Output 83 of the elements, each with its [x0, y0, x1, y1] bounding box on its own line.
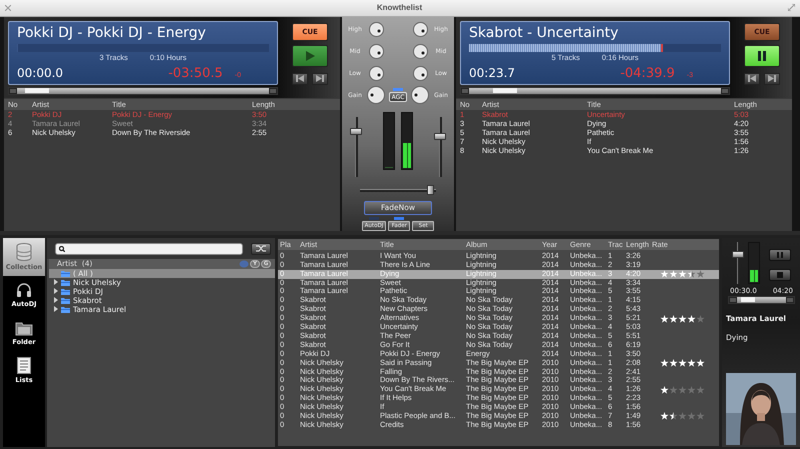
previous-button[interactable] — [292, 72, 308, 85]
scrollbar[interactable] — [460, 86, 730, 95]
slider-handle[interactable] — [732, 250, 744, 258]
star-icon — [660, 314, 669, 323]
knob[interactable] — [412, 44, 428, 60]
knob[interactable] — [368, 44, 384, 60]
stop-button[interactable] — [769, 268, 791, 281]
skip-back-icon — [748, 75, 756, 82]
pause-icon — [758, 50, 766, 61]
star-rating[interactable] — [660, 412, 705, 420]
star-icon — [696, 359, 705, 368]
pause-icon — [777, 252, 783, 258]
folder-icon — [61, 278, 70, 286]
next-button[interactable] — [764, 72, 780, 85]
headphones-icon — [16, 282, 32, 298]
previous-button[interactable] — [744, 72, 760, 85]
folder-icon — [61, 296, 70, 304]
star-icon — [669, 412, 678, 420]
star-icon — [687, 270, 696, 278]
volume-slider[interactable] — [732, 242, 744, 284]
star-icon — [696, 314, 705, 323]
star-icon — [669, 314, 678, 323]
stop-icon — [777, 272, 783, 278]
knob[interactable] — [412, 22, 428, 38]
star-icon — [687, 314, 696, 323]
crossfader-handle[interactable] — [427, 185, 434, 196]
star-icon — [678, 270, 687, 278]
star-icon — [678, 314, 687, 323]
play-icon — [306, 50, 314, 61]
folder-icon — [15, 320, 33, 336]
star-icon — [687, 386, 696, 394]
star-icon — [669, 270, 678, 278]
elapsed-time: 00:00.0 — [17, 66, 64, 80]
star-icon — [678, 412, 687, 420]
star-rating[interactable] — [660, 386, 705, 394]
toggle-icon[interactable] — [239, 260, 249, 268]
star-icon — [660, 386, 669, 394]
star-rating[interactable] — [660, 270, 705, 278]
play-button[interactable] — [292, 44, 328, 67]
star-icon — [678, 359, 687, 368]
star-icon — [687, 359, 696, 368]
knob[interactable] — [412, 66, 428, 81]
elapsed-time: 00:23.7 — [469, 66, 516, 80]
star-icon — [678, 386, 687, 394]
document-icon — [17, 357, 31, 374]
star-icon — [669, 386, 678, 394]
slider-handle[interactable] — [434, 133, 446, 140]
remaining-time: -04:39.9 — [620, 66, 675, 81]
star-rating[interactable] — [660, 359, 705, 368]
star-icon — [687, 412, 696, 420]
shuffle-button[interactable] — [251, 242, 271, 255]
database-icon — [16, 242, 32, 261]
shuffle-icon — [256, 245, 266, 252]
star-icon — [660, 412, 669, 420]
track-title: Skabrot - Uncertainty — [469, 24, 620, 42]
pause-button[interactable] — [744, 44, 780, 67]
search-field[interactable] — [55, 242, 243, 255]
folder-icon — [61, 288, 70, 295]
remaining-time: -03:50.5 — [168, 66, 223, 81]
folder-icon — [61, 270, 70, 277]
star-icon — [696, 270, 705, 278]
scrollbar[interactable] — [8, 86, 278, 95]
knob[interactable] — [368, 22, 384, 38]
search-icon — [59, 246, 65, 252]
star-rating[interactable] — [660, 314, 705, 323]
knob[interactable] — [368, 66, 384, 81]
star-icon — [696, 386, 705, 394]
scrollbar[interactable] — [728, 296, 795, 304]
folder-icon — [61, 306, 70, 313]
slider-handle[interactable] — [350, 128, 362, 136]
skip-forward-icon — [768, 75, 776, 82]
star-icon — [660, 270, 669, 278]
window-title: Knowthelist — [376, 3, 424, 12]
volume-slider[interactable] — [434, 117, 446, 178]
volume-slider[interactable] — [350, 117, 362, 178]
next-button[interactable] — [312, 72, 328, 85]
star-icon — [660, 359, 669, 368]
track-title: Pokki DJ - Pokki DJ - Energy — [17, 24, 207, 42]
star-icon — [669, 359, 678, 368]
skip-forward-icon — [316, 75, 324, 82]
star-icon — [696, 412, 705, 420]
skip-back-icon — [296, 75, 304, 82]
crossfader[interactable] — [360, 185, 436, 196]
